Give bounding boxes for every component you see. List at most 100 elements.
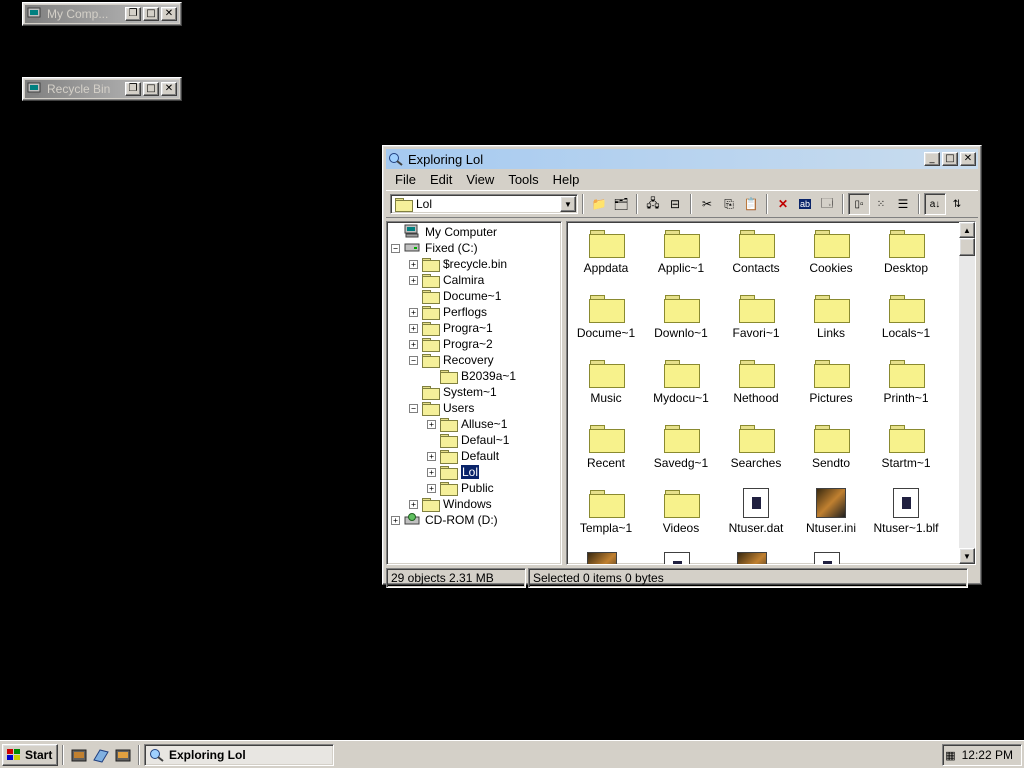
- file-item[interactable]: Mydocu~1: [644, 358, 718, 405]
- image-file-icon[interactable]: [737, 552, 767, 564]
- maximize-button[interactable]: □: [143, 7, 159, 21]
- minimized-titlebar[interactable]: Recycle Bin ❐ □ ✕: [25, 80, 179, 98]
- tree-item[interactable]: − Fixed (C:): [391, 240, 478, 256]
- paste-icon[interactable]: 📋: [740, 193, 762, 215]
- file-item[interactable]: Startm~1: [869, 423, 943, 470]
- close-button[interactable]: ✕: [960, 152, 976, 166]
- scroll-down-button[interactable]: ▼: [959, 548, 975, 564]
- collapse-icon[interactable]: −: [409, 403, 418, 413]
- expand-icon[interactable]: +: [409, 275, 418, 285]
- delete-icon[interactable]: ✕: [772, 193, 794, 215]
- scroll-thumb[interactable]: [959, 238, 975, 256]
- explorer-titlebar[interactable]: Exploring Lol _ □ ✕: [386, 149, 978, 169]
- sort-icon[interactable]: a↓: [924, 193, 946, 215]
- tree-item[interactable]: + Default: [427, 448, 499, 464]
- file-item[interactable]: Pictures: [794, 358, 868, 405]
- file-item[interactable]: Savedg~1: [644, 423, 718, 470]
- minimized-my-computer-window[interactable]: My Comp... ❐ □ ✕: [22, 2, 182, 26]
- tree-item[interactable]: Docume~1: [409, 288, 501, 304]
- collapse-icon[interactable]: −: [409, 355, 418, 365]
- scroll-up-button[interactable]: ▲: [959, 222, 975, 238]
- document-icon[interactable]: [664, 552, 690, 564]
- expand-icon[interactable]: +: [409, 323, 418, 333]
- copy-icon[interactable]: ⎘: [718, 193, 740, 215]
- document-icon[interactable]: [814, 552, 840, 564]
- quicklaunch-explorer-icon[interactable]: [70, 746, 88, 764]
- minimize-button[interactable]: _: [924, 152, 940, 166]
- taskbar-button-exploring[interactable]: Exploring Lol: [144, 743, 334, 766]
- tree-item[interactable]: + Perflogs: [409, 304, 487, 320]
- maximize-button[interactable]: □: [942, 152, 958, 166]
- network-icon[interactable]: ▦: [945, 749, 955, 762]
- expand-icon[interactable]: +: [391, 515, 400, 525]
- expand-icon[interactable]: +: [427, 451, 436, 461]
- small-icons-view-icon[interactable]: ⁙: [870, 193, 892, 215]
- menu-help[interactable]: Help: [546, 172, 587, 187]
- file-item[interactable]: Recent: [569, 423, 643, 470]
- minimized-titlebar[interactable]: My Comp... ❐ □ ✕: [25, 5, 179, 23]
- expand-icon[interactable]: +: [427, 419, 436, 429]
- clock[interactable]: 12:22 PM: [962, 748, 1013, 762]
- address-combo[interactable]: Lol ▼: [390, 194, 578, 214]
- quicklaunch-desktop-icon[interactable]: [92, 746, 110, 764]
- file-item[interactable]: Favori~1: [719, 293, 793, 340]
- properties-icon[interactable]: 🗔: [816, 193, 838, 215]
- tree-item[interactable]: − Users: [409, 400, 474, 416]
- tree-item[interactable]: My Computer: [391, 224, 497, 240]
- file-item[interactable]: Ntuser.dat: [719, 488, 793, 535]
- tree-item[interactable]: + $recycle.bin: [409, 256, 507, 272]
- expand-icon[interactable]: +: [427, 483, 436, 493]
- up-folder-icon[interactable]: 📁: [588, 193, 610, 215]
- file-item[interactable]: Locals~1: [869, 293, 943, 340]
- file-item[interactable]: Ntuser.ini: [794, 488, 868, 535]
- tree-item[interactable]: System~1: [409, 384, 497, 400]
- file-item[interactable]: Printh~1: [869, 358, 943, 405]
- expand-icon[interactable]: +: [409, 339, 418, 349]
- tree-item[interactable]: + Lol: [427, 464, 480, 480]
- menu-view[interactable]: View: [459, 172, 501, 187]
- file-item[interactable]: Desktop: [869, 228, 943, 275]
- file-item[interactable]: Applic~1: [644, 228, 718, 275]
- file-item[interactable]: Contacts: [719, 228, 793, 275]
- file-item[interactable]: Docume~1: [569, 293, 643, 340]
- tree-item[interactable]: + Alluse~1: [427, 416, 507, 432]
- collapse-icon[interactable]: −: [391, 243, 400, 253]
- menu-tools[interactable]: Tools: [501, 172, 545, 187]
- tree-item[interactable]: − Recovery: [409, 352, 494, 368]
- minimized-recycle-bin-window[interactable]: Recycle Bin ❐ □ ✕: [22, 77, 182, 101]
- file-item[interactable]: Sendto: [794, 423, 868, 470]
- file-item[interactable]: Appdata: [569, 228, 643, 275]
- tree-item[interactable]: + Public: [427, 480, 494, 496]
- file-item[interactable]: Ntuser~1.blf: [869, 488, 943, 535]
- tree-item[interactable]: + Windows: [409, 496, 492, 512]
- tree-item[interactable]: Defaul~1: [427, 432, 509, 448]
- close-button[interactable]: ✕: [161, 82, 177, 96]
- rename-icon[interactable]: ab: [794, 193, 816, 215]
- restore-button[interactable]: ❐: [125, 7, 141, 21]
- file-item[interactable]: Cookies: [794, 228, 868, 275]
- tree-item[interactable]: B2039a~1: [427, 368, 516, 384]
- chevron-down-icon[interactable]: ▼: [560, 196, 576, 212]
- details-view-icon[interactable]: ☰: [892, 193, 914, 215]
- disconnect-drive-icon[interactable]: ⊟: [664, 193, 686, 215]
- start-button[interactable]: Start: [2, 743, 58, 766]
- vertical-scrollbar[interactable]: ▲ ▼: [959, 222, 975, 564]
- file-list[interactable]: ▲ ▼ Appdata Applic~1 Contacts Cookies Deskto…: [566, 221, 976, 565]
- restore-button[interactable]: ❐: [125, 82, 141, 96]
- file-item[interactable]: Searches: [719, 423, 793, 470]
- quicklaunch-browser-icon[interactable]: [114, 746, 132, 764]
- new-folder-icon[interactable]: 🗂: [610, 193, 632, 215]
- menu-file[interactable]: File: [388, 172, 423, 187]
- expand-icon[interactable]: +: [427, 467, 436, 477]
- explorer-window[interactable]: Exploring Lol _ □ ✕ File Edit View Tools…: [382, 145, 982, 588]
- file-item[interactable]: Videos: [644, 488, 718, 535]
- file-item[interactable]: Nethood: [719, 358, 793, 405]
- expand-icon[interactable]: +: [409, 259, 418, 269]
- arrange-icon[interactable]: ⇅: [946, 193, 968, 215]
- expand-icon[interactable]: +: [409, 499, 418, 509]
- tree-item[interactable]: + Progra~1: [409, 320, 493, 336]
- expand-icon[interactable]: +: [409, 307, 418, 317]
- menu-edit[interactable]: Edit: [423, 172, 459, 187]
- folder-tree[interactable]: My Computer − Fixed (C:) + $recycle.bin + Calm…: [386, 221, 562, 565]
- tree-item[interactable]: + Progra~2: [409, 336, 493, 352]
